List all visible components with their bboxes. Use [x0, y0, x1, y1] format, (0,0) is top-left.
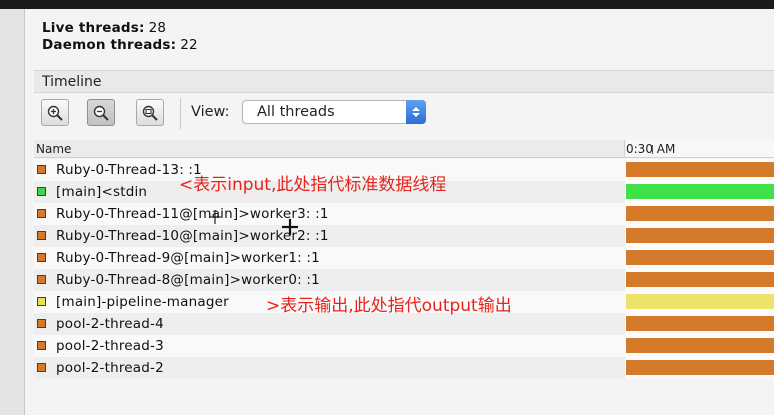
thread-row[interactable]: Ruby-0-Thread-8@[main]>worker0: :1 — [34, 269, 774, 291]
thread-activity-bar — [626, 294, 774, 309]
thread-name-label: [main]<stdin — [56, 184, 148, 200]
thread-name-label: pool-2-thread-2 — [56, 360, 164, 376]
thread-state-swatch-icon — [37, 231, 46, 240]
view-select[interactable]: All threads — [242, 100, 426, 124]
live-threads-label: Live threads: — [42, 20, 145, 36]
thread-row[interactable]: pool-2-thread-4 — [34, 313, 774, 335]
zoom-in-button[interactable] — [41, 99, 69, 126]
thread-state-swatch-icon — [37, 165, 46, 174]
toolbar-separator — [180, 98, 181, 129]
thread-state-swatch-icon — [37, 297, 46, 306]
thread-name-cell: Ruby-0-Thread-10@[main]>worker2: :1 — [34, 225, 625, 247]
daemon-threads-stat: Daemon threads: 22 — [42, 37, 198, 53]
zoom-fit-icon — [142, 105, 158, 121]
thread-name-label: Ruby-0-Thread-8@[main]>worker0: :1 — [56, 272, 320, 288]
thread-timeline-cell — [625, 225, 774, 247]
thread-timeline-cell — [625, 203, 774, 225]
time-header-label: 0:30 AM — [626, 142, 676, 156]
thread-timeline-cell — [625, 247, 774, 269]
thread-timeline-cell — [625, 181, 774, 203]
timeline-section-header: Timeline — [34, 70, 774, 93]
thread-activity-bar — [626, 272, 774, 287]
thread-activity-bar — [626, 162, 774, 177]
daemon-threads-label: Daemon threads: — [42, 37, 177, 53]
thread-name-label: Ruby-0-Thread-9@[main]>worker1: :1 — [56, 250, 320, 266]
thread-timeline-cell — [625, 291, 774, 313]
thread-timeline-cell — [625, 269, 774, 291]
left-sidebar-strip — [0, 9, 25, 415]
zoom-out-button[interactable] — [87, 99, 115, 126]
thread-name-cell: Ruby-0-Thread-8@[main]>worker0: :1 — [34, 269, 625, 291]
thread-activity-bar — [626, 228, 774, 243]
thread-row[interactable]: Ruby-0-Thread-10@[main]>worker2: :1 — [34, 225, 774, 247]
thread-activity-bar — [626, 184, 774, 199]
thread-name-label: [main]-pipeline-manager — [56, 294, 229, 310]
window-top-bar — [0, 0, 774, 9]
thread-activity-bar — [626, 250, 774, 265]
input-annotation: <表示input,此处指代标准数据线程 — [179, 175, 447, 195]
time-tick — [652, 145, 653, 154]
thread-state-swatch-icon — [37, 253, 46, 262]
select-arrows-icon — [406, 100, 426, 124]
thread-activity-bar — [626, 206, 774, 221]
thread-name-cell: pool-2-thread-4 — [34, 313, 625, 335]
daemon-threads-value: 22 — [180, 37, 198, 53]
thread-name-label: pool-2-thread-4 — [56, 316, 164, 332]
thread-state-swatch-icon — [37, 187, 46, 196]
thread-timeline-cell — [625, 313, 774, 335]
thread-name-cell: Ruby-0-Thread-11@[main]>worker3: :1 — [34, 203, 625, 225]
thread-timeline-cell — [625, 335, 774, 357]
thread-activity-bar — [626, 316, 774, 331]
thread-timeline-cell — [625, 357, 774, 379]
view-select-value: All threads — [257, 104, 335, 120]
thread-activity-bar — [626, 338, 774, 353]
zoom-fit-button[interactable] — [136, 99, 164, 126]
thread-name-label: pool-2-thread-3 — [56, 338, 164, 354]
output-annotation: >表示输出,此处指代output输出 — [266, 296, 512, 316]
thread-state-swatch-icon — [37, 319, 46, 328]
thread-state-swatch-icon — [37, 341, 46, 350]
thread-name-cell: pool-2-thread-3 — [34, 335, 625, 357]
zoom-out-icon — [93, 105, 109, 121]
live-threads-stat: Live threads: 28 — [42, 20, 166, 36]
thread-row[interactable]: pool-2-thread-2 — [34, 357, 774, 379]
thread-timeline-cell — [625, 159, 774, 181]
zoom-in-icon — [47, 105, 63, 121]
thread-activity-bar — [626, 360, 774, 375]
thread-name-cell: Ruby-0-Thread-9@[main]>worker1: :1 — [34, 247, 625, 269]
move-cursor-icon — [282, 219, 298, 235]
threads-panel: Live threads: 28 Daemon threads: 22 Timeli… — [25, 9, 774, 415]
thread-row[interactable]: pool-2-thread-3 — [34, 335, 774, 357]
timeline-toolbar: View: All threads — [34, 94, 774, 140]
name-column-header[interactable]: Name — [34, 140, 625, 158]
thread-row[interactable]: Ruby-0-Thread-9@[main]>worker1: :1 — [34, 247, 774, 269]
thread-state-swatch-icon — [37, 363, 46, 372]
thread-state-swatch-icon — [37, 275, 46, 284]
time-column-header: 0:30 AM — [625, 140, 774, 158]
thread-state-swatch-icon — [37, 209, 46, 218]
view-label: View: — [191, 104, 230, 120]
live-threads-value: 28 — [148, 20, 167, 36]
thread-name-cell: pool-2-thread-2 — [34, 357, 625, 379]
crosshair-cursor-icon — [209, 210, 221, 224]
thread-row[interactable]: Ruby-0-Thread-11@[main]>worker3: :1 — [34, 203, 774, 225]
